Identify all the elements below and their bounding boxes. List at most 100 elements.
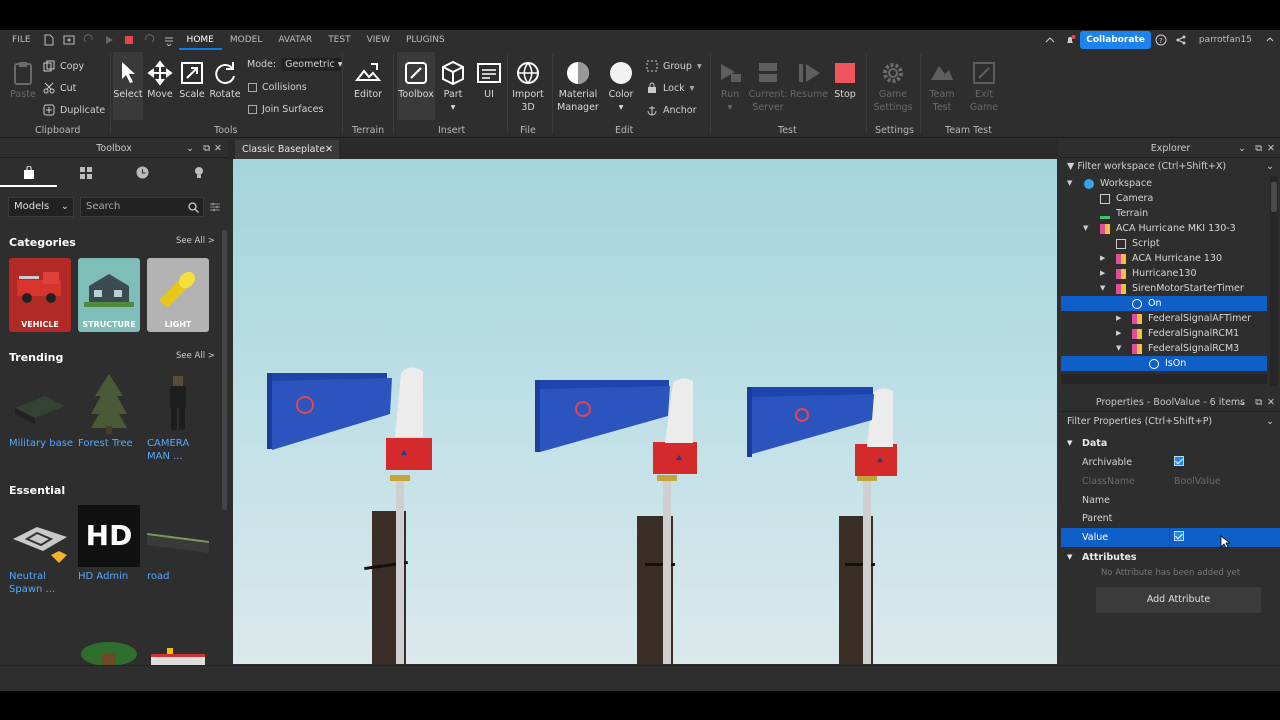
stop-icon[interactable] [123, 34, 135, 46]
mode-selector[interactable]: Mode: Geometric ▾ [247, 58, 343, 71]
tree-item-on[interactable]: On [1061, 296, 1267, 311]
asset-hd-admin[interactable]: HD [78, 505, 140, 567]
horizontal-scrollbar[interactable] [1061, 374, 1267, 384]
exit-game-button[interactable]: Exit Game [966, 60, 1002, 114]
pop-out-icon[interactable]: ⧉ [1255, 394, 1262, 412]
3d-viewport[interactable] [233, 159, 1057, 664]
asset-label[interactable]: CAMERA MAN ... [147, 437, 189, 463]
tab-plugins[interactable]: PLUGINS [398, 30, 453, 50]
team-test-button[interactable]: Team Test [924, 60, 960, 114]
tab-creations[interactable] [171, 159, 228, 187]
asset-label[interactable]: Neutral Spawn ... [9, 570, 55, 596]
tree-item-aca-hurricane-mki[interactable]: ▼ ACA Hurricane MKI 130-3 [1061, 221, 1267, 236]
undo-icon[interactable] [143, 34, 155, 46]
tree-item-terrain[interactable]: Terrain [1061, 206, 1267, 221]
username[interactable]: parrotfan15 [1191, 30, 1260, 50]
ui-button[interactable]: UI [474, 60, 504, 101]
category-structure[interactable]: STRUCTURE [78, 258, 140, 332]
collisions-checkbox[interactable] [248, 83, 257, 92]
tab-home[interactable]: HOME [178, 30, 222, 50]
expand-arrow-icon[interactable]: ▶ [1116, 311, 1121, 326]
category-dropdown[interactable]: Models ⌄ [8, 197, 74, 217]
select-button[interactable]: Select [113, 52, 143, 120]
open-file-icon[interactable] [63, 34, 75, 46]
asset-treehouse[interactable] [78, 640, 140, 665]
duplicate-button[interactable]: Duplicate [43, 104, 105, 116]
collapse-ribbon-icon[interactable] [1044, 34, 1056, 46]
value-checkbox[interactable] [1174, 531, 1184, 541]
search-input[interactable]: Search [80, 197, 204, 217]
tree-item-ison[interactable]: IsOn [1061, 356, 1267, 371]
search-icon[interactable] [188, 202, 199, 213]
close-icon[interactable]: ✕ [1267, 140, 1275, 158]
explorer-scrollbar[interactable] [1270, 176, 1278, 386]
expand-arrow-icon[interactable]: ▼ [1100, 281, 1105, 296]
tree-item-federal-signal-rcm3[interactable]: ▼ FederalSignalRCM3 [1061, 341, 1267, 356]
tab-avatar[interactable]: AVATAR [270, 30, 320, 50]
data-section-header[interactable]: ▼ Data [1061, 434, 1280, 453]
explorer-filter-input[interactable]: ▼ Filter workspace (Ctrl+Shift+X) ⌄ [1061, 159, 1280, 175]
cut-button[interactable]: Cut [43, 82, 76, 94]
tab-inventory[interactable] [57, 159, 114, 187]
customize-icon[interactable] [163, 34, 175, 46]
expand-arrow-icon[interactable]: ▶ [1100, 251, 1105, 266]
share-icon[interactable] [1175, 34, 1187, 46]
chevron-down-icon[interactable]: ⌄ [186, 140, 194, 158]
attributes-section-header[interactable]: ▼ Attributes [1061, 548, 1280, 567]
category-vehicle[interactable]: VEHICLE [9, 258, 71, 332]
terrain-editor-button[interactable]: Editor [350, 60, 386, 101]
siren-model[interactable] [747, 387, 897, 664]
current-server-button[interactable]: Current: Server [748, 60, 788, 114]
tree-item-federal-signal-af-timer[interactable]: ▶ FederalSignalAFTimer [1061, 311, 1267, 326]
trending-see-all-link[interactable]: See All > [176, 351, 215, 361]
filter-icon[interactable] [209, 201, 221, 213]
tree-item-camera[interactable]: Camera [1061, 191, 1267, 206]
tree-item-workspace[interactable]: ▼ Workspace [1061, 176, 1267, 191]
expand-arrow-icon[interactable]: ▶ [1116, 326, 1121, 341]
close-icon[interactable]: ✕ [214, 140, 222, 158]
tree-item-federal-signal-rcm1[interactable]: ▶ FederalSignalRCM1 [1061, 326, 1267, 341]
pop-out-icon[interactable]: ⧉ [1255, 140, 1262, 158]
close-icon[interactable]: ✕ [325, 140, 333, 159]
collisions-toggle[interactable]: Collisions [248, 82, 307, 93]
run-button[interactable]: Run ▾ [714, 60, 746, 114]
asset-label[interactable]: Military base [9, 437, 73, 450]
mode-dropdown[interactable]: Geometric ▾ [281, 58, 343, 71]
close-icon[interactable]: ✕ [1267, 394, 1275, 412]
asset-neutral-spawn[interactable] [9, 505, 71, 567]
siren-model[interactable] [535, 378, 697, 664]
parent-value-field[interactable] [1169, 509, 1280, 528]
asset-label[interactable]: HD Admin [78, 570, 128, 583]
collaborate-button[interactable]: Collaborate [1080, 31, 1151, 49]
chevron-down-icon[interactable]: ⌄ [1266, 413, 1274, 431]
stop-button[interactable]: Stop [830, 60, 860, 101]
join-surfaces-checkbox[interactable] [248, 105, 257, 114]
siren-model[interactable] [267, 367, 432, 664]
name-value-field[interactable] [1169, 491, 1280, 510]
import-3d-button[interactable]: Import 3D [510, 60, 546, 114]
asset-military-base[interactable] [9, 372, 71, 434]
category-light[interactable]: LIGHT [147, 258, 209, 332]
asset-road[interactable] [147, 505, 209, 567]
tab-classic-baseplate[interactable]: Classic Baseplate ✕ [235, 140, 339, 159]
copy-button[interactable]: Copy [43, 60, 84, 72]
asset-restaurant[interactable] [147, 648, 209, 665]
tab-view[interactable]: VIEW [359, 30, 398, 50]
color-button[interactable]: Color ▾ [604, 60, 638, 114]
game-settings-button[interactable]: Game Settings [872, 60, 914, 114]
add-attribute-button[interactable]: Add Attribute [1096, 587, 1261, 613]
chevron-down-icon[interactable]: ⌄ [1238, 140, 1246, 158]
asset-camera-man[interactable] [147, 372, 209, 434]
property-value[interactable]: Value [1061, 528, 1280, 549]
notifications-icon[interactable] [1064, 34, 1076, 46]
tree-item-script[interactable]: Script [1061, 236, 1267, 251]
lock-button[interactable]: Lock ▾ [646, 82, 694, 94]
scale-button[interactable]: Scale [177, 60, 207, 101]
toolbox-scrollbar[interactable] [222, 230, 227, 510]
expand-arrow-icon[interactable]: ▼ [1083, 221, 1088, 236]
tree-item-hurricane130[interactable]: ▶ Hurricane130 [1061, 266, 1267, 281]
chevron-up-icon[interactable] [1264, 34, 1276, 46]
anchor-button[interactable]: Anchor [646, 104, 696, 116]
material-manager-button[interactable]: Material Manager [557, 60, 599, 114]
new-file-icon[interactable] [43, 34, 55, 46]
